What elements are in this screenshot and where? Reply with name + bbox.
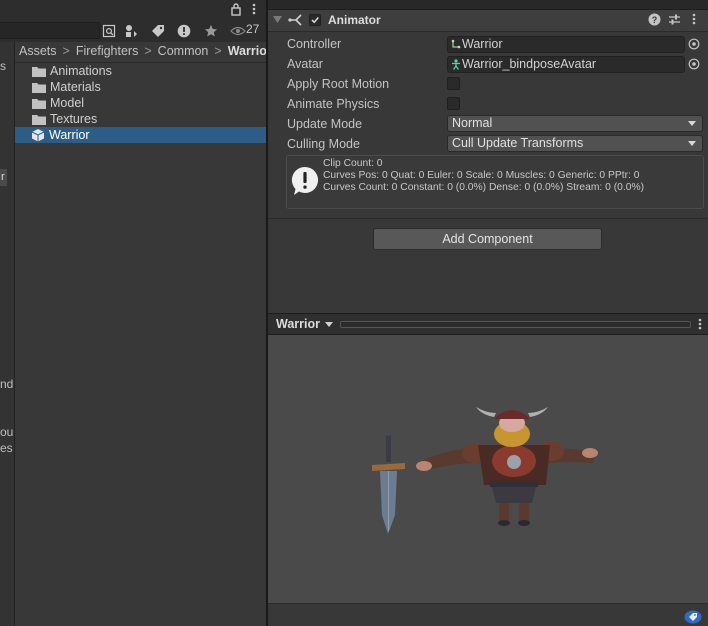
list-item[interactable]: Model — [15, 95, 266, 111]
apply-root-motion-label: Apply Root Motion — [287, 77, 390, 91]
chevron-right-icon: > — [214, 44, 222, 58]
culling-mode-value: Cull Update Transforms — [452, 136, 584, 150]
folder-icon — [32, 82, 46, 93]
folder-icon — [32, 66, 46, 77]
component-enabled-checkbox[interactable] — [309, 14, 321, 26]
foldout-triangle-icon[interactable] — [273, 15, 282, 24]
curves-count-text: Curves Count: 0 Constant: 0 (0.0%) Dense… — [323, 182, 645, 193]
preview-resize-handle[interactable] — [340, 321, 691, 328]
list-item-label: Model — [50, 96, 85, 110]
preview-dropdown-caret-icon[interactable] — [325, 322, 333, 327]
chevron-right-icon: > — [62, 44, 70, 58]
update-mode-dropdown[interactable]: Normal — [447, 115, 703, 132]
curves-pos-text: Curves Pos: 0 Quat: 0 Euler: 0 Scale: 0 … — [323, 170, 640, 181]
warrior-character-model — [416, 407, 598, 526]
list-item[interactable]: Textures — [15, 111, 266, 127]
breadcrumb-current[interactable]: Warrior — [228, 44, 266, 58]
dropdown-caret-icon — [688, 141, 696, 146]
controller-label: Controller — [287, 37, 342, 51]
list-item-label: Animations — [50, 64, 112, 78]
folder-icon — [32, 98, 46, 109]
presets-sliders-icon[interactable] — [668, 13, 681, 26]
dropdown-caret-icon — [688, 121, 696, 126]
hidden-packages-count: 27 — [246, 22, 260, 36]
animate-physics-label: Animate Physics — [287, 97, 380, 111]
component-title: Animator — [328, 13, 381, 27]
list-item-label: Textures — [50, 112, 98, 126]
culling-mode-dropdown[interactable]: Cull Update Transforms — [447, 135, 703, 152]
tree-item-selected-fragment[interactable]: r — [0, 169, 7, 186]
label-tag-icon[interactable] — [149, 22, 167, 40]
animator-controller-icon — [451, 39, 461, 50]
apply-root-motion-checkbox[interactable] — [447, 77, 460, 90]
inspector-top-strip — [268, 0, 708, 10]
sword-model — [372, 430, 405, 534]
tree-item-fragment[interactable]: nd — [0, 377, 13, 391]
breadcrumb-item[interactable]: Firefighters — [76, 44, 139, 58]
lock-icon[interactable] — [227, 0, 245, 18]
filter-by-type-icon[interactable] — [123, 22, 141, 40]
breadcrumb-item[interactable]: Assets — [19, 44, 57, 58]
controller-value: Warrior — [462, 37, 503, 51]
tree-item-fragment[interactable]: s — [0, 59, 6, 73]
avatar-field[interactable]: Warrior_bindposeAvatar — [447, 56, 685, 73]
list-item-label: Warrior — [49, 128, 90, 142]
help-icon[interactable]: ? — [648, 13, 661, 26]
clip-count-text: Clip Count: 0 — [323, 158, 383, 169]
list-item-label: Materials — [50, 80, 101, 94]
folder-icon — [32, 114, 46, 125]
folder-tree-panel: s nd ou es — [0, 42, 15, 626]
model-preview-viewport[interactable] — [268, 335, 708, 603]
preview-object-name[interactable]: Warrior — [276, 317, 320, 331]
controller-field[interactable]: Warrior — [447, 36, 685, 53]
info-speech-bubble-icon — [290, 165, 320, 197]
search-by-type-icon[interactable] — [100, 22, 118, 40]
animator-component-icon — [288, 13, 304, 27]
object-picker-icon[interactable] — [686, 56, 702, 72]
svg-text:?: ? — [652, 15, 658, 25]
add-component-button[interactable]: Add Component — [373, 228, 602, 250]
list-item[interactable]: Materials — [15, 79, 266, 95]
avatar-value: Warrior_bindposeAvatar — [462, 57, 597, 71]
visibility-eye-icon[interactable] — [229, 22, 247, 40]
warning-filter-icon[interactable] — [175, 22, 193, 40]
tree-item-fragment[interactable]: es — [0, 441, 13, 455]
section-divider — [268, 218, 708, 219]
culling-mode-label: Culling Mode — [287, 137, 360, 151]
asset-label-tag-icon[interactable] — [684, 610, 702, 624]
component-menu-icon[interactable] — [692, 13, 696, 25]
list-item[interactable]: Animations — [15, 63, 266, 79]
list-item-selected[interactable]: Warrior — [15, 127, 266, 143]
update-mode-value: Normal — [452, 116, 493, 130]
animate-physics-checkbox[interactable] — [447, 97, 460, 110]
object-picker-icon[interactable] — [686, 36, 702, 52]
warrior-model-preview — [372, 407, 598, 534]
preview-menu-icon[interactable] — [698, 318, 702, 330]
preview-footer — [268, 603, 708, 626]
avatar-label: Avatar — [287, 57, 323, 71]
chevron-right-icon: > — [144, 44, 152, 58]
avatar-figure-icon — [451, 59, 461, 70]
tree-item-fragment[interactable]: ou — [0, 425, 13, 439]
breadcrumb: Assets > Firefighters > Common > Warrior — [15, 42, 266, 63]
favorite-star-icon[interactable] — [202, 22, 220, 40]
breadcrumb-item[interactable]: Common — [158, 44, 209, 58]
prefab-cube-icon — [31, 128, 45, 142]
search-input[interactable] — [0, 22, 100, 39]
more-options-icon[interactable] — [245, 0, 263, 18]
update-mode-label: Update Mode — [287, 117, 363, 131]
